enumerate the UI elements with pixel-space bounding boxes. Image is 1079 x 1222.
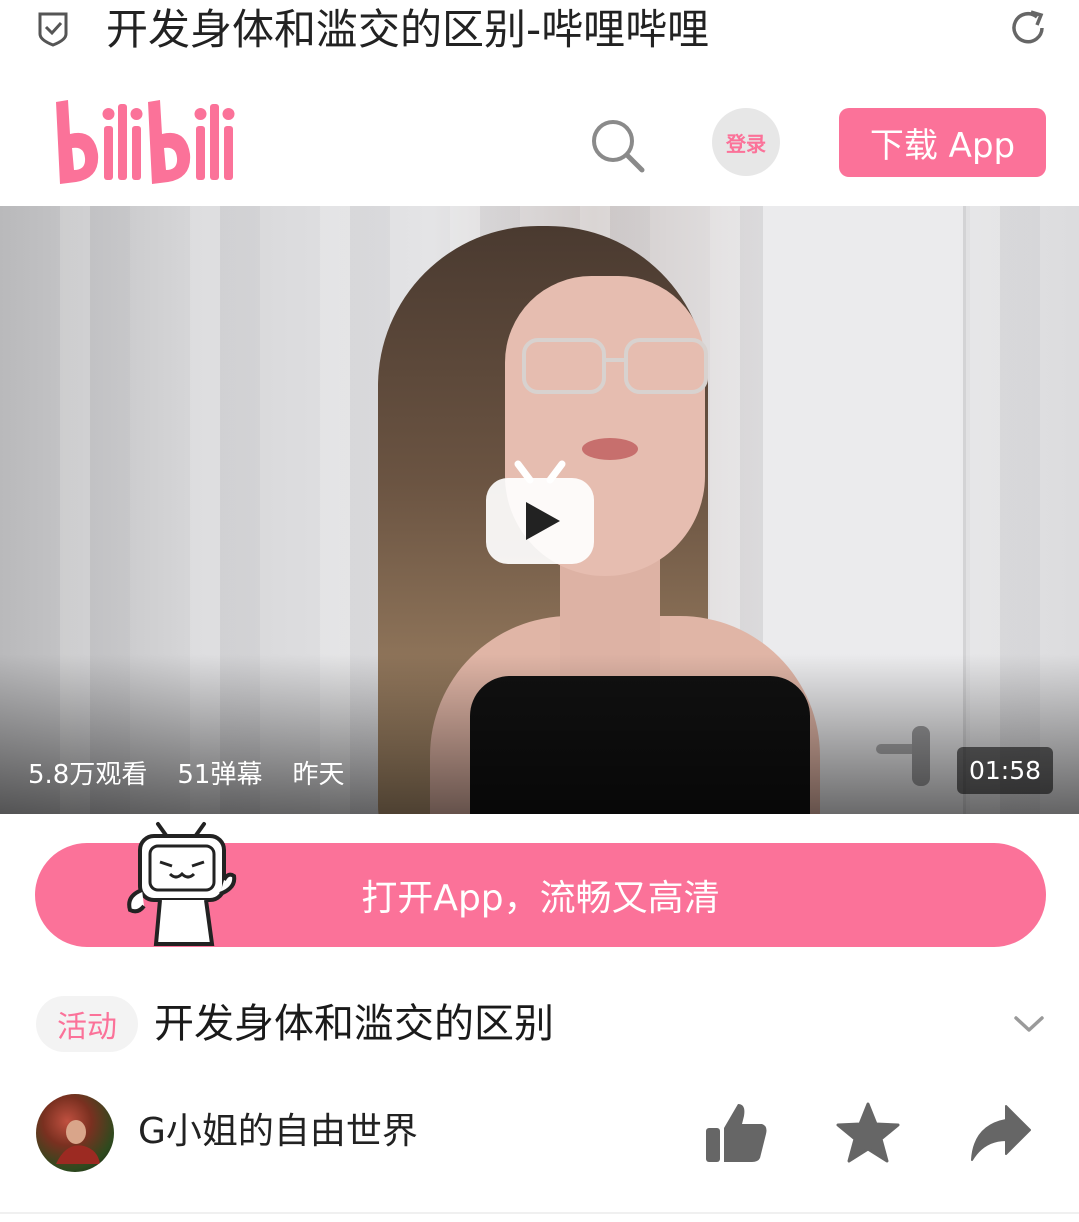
tv-mascot-icon [127,822,237,946]
video-title: 开发身体和滥交的区别 [154,1001,554,1047]
activity-tag[interactable]: 活动 [36,996,138,1052]
download-app-button[interactable]: 下载 App [839,108,1046,177]
author-avatar[interactable] [36,1094,114,1172]
shield-check-icon[interactable] [34,10,72,48]
publish-date: 昨天 [292,760,345,790]
divider [0,1212,1079,1214]
video-player[interactable]: 5.8万观看 51弹幕 昨天 01:58 [0,206,1079,814]
site-header: 登录 下载 App [0,70,1079,206]
author-name[interactable]: G小姐的自由世界 [138,1106,418,1158]
video-duration: 01:58 [957,747,1053,794]
view-count: 5.8万观看 [28,760,148,790]
avatar-figure [56,1120,100,1164]
video-stats: 5.8万观看 51弹幕 昨天 [28,754,345,790]
login-button[interactable]: 登录 [712,108,780,176]
bilibili-logo[interactable] [50,98,240,186]
star-icon[interactable] [836,1102,900,1164]
page-title: 开发身体和滥交的区别-哔哩哔哩 [106,5,710,54]
play-icon[interactable] [484,458,596,566]
search-icon[interactable] [588,116,646,174]
reload-icon[interactable] [1006,6,1050,50]
browser-top-bar: 开发身体和滥交的区别-哔哩哔哩 [0,0,1079,70]
chevron-down-icon[interactable] [1012,1010,1046,1038]
video-person-lips [582,438,638,460]
share-icon[interactable] [968,1104,1032,1162]
thumbs-up-icon[interactable] [704,1100,770,1166]
danmaku-count: 51弹幕 [177,760,263,790]
video-person-glasses [522,338,708,394]
video-bottom-gradient [0,654,1079,814]
